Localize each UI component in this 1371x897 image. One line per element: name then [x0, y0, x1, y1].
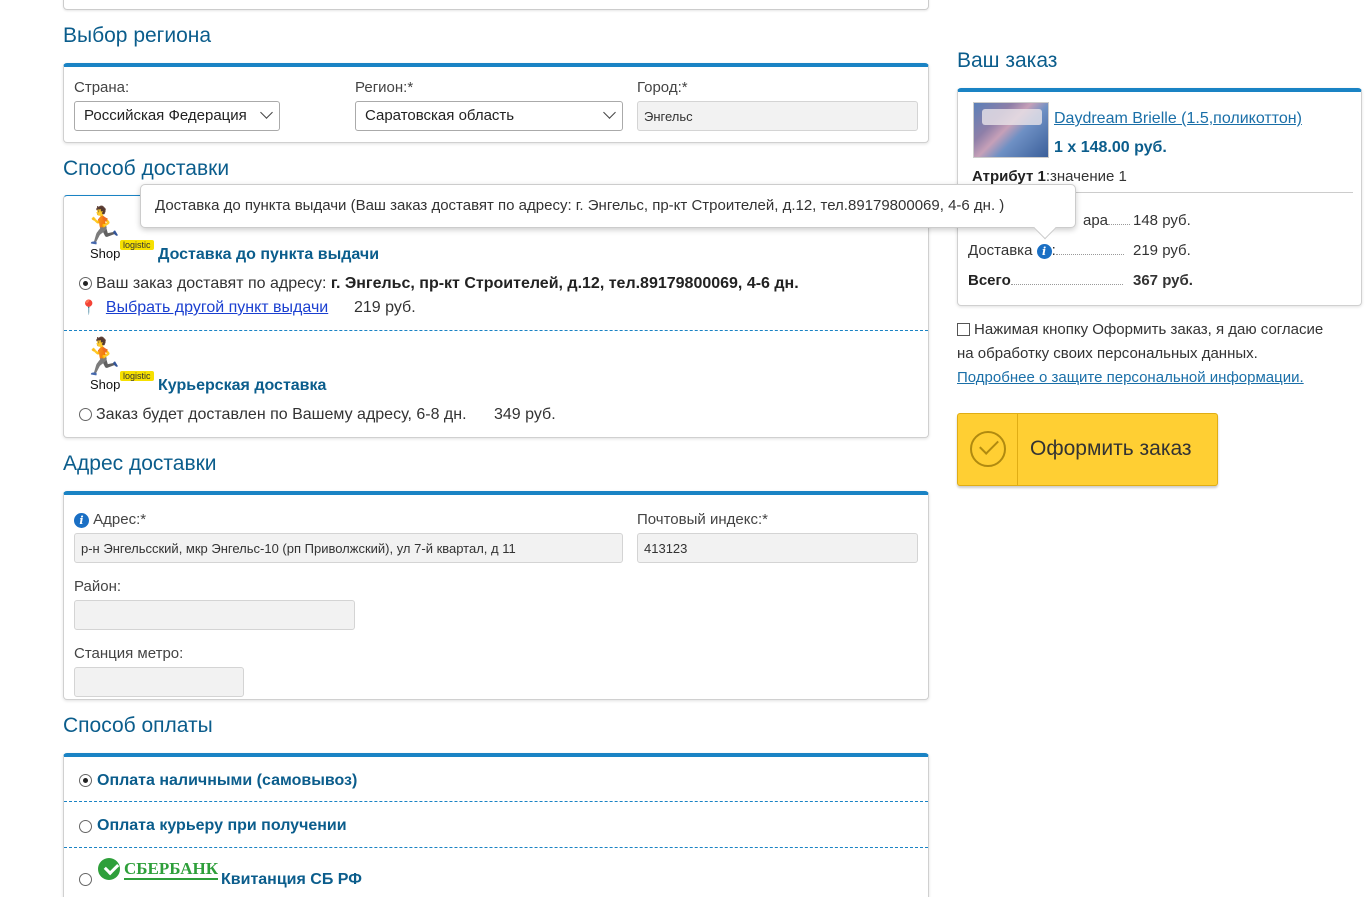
region-card: Страна: Российская Федерация Регион:* Са…	[63, 63, 929, 143]
consent-text-2: на обработку своих персональных данных.	[957, 345, 1258, 362]
goods-cost-value: 148 руб.	[1133, 212, 1191, 229]
order-section-title: Ваш заказ	[957, 49, 1058, 72]
privacy-link[interactable]: Подробнее о защите персональной информац…	[957, 369, 1304, 386]
delivery-radio-pickup[interactable]	[79, 277, 92, 290]
city-label: Город:*	[637, 79, 688, 96]
metro-label: Станция метро:	[74, 645, 184, 662]
address-section-title: Адрес доставки	[63, 452, 217, 475]
runner-icon: 🏃	[80, 205, 125, 246]
goods-cost-label: ара	[1083, 212, 1131, 229]
product-name-link[interactable]: Daydream Brielle (1.5,поликоттон)	[1054, 110, 1302, 128]
payment-section-title: Способ оплаты	[63, 714, 213, 737]
payment-option-sber[interactable]: Квитанция СБ РФ	[221, 871, 362, 889]
info-icon[interactable]: i	[1036, 244, 1052, 259]
change-pickup-link[interactable]: Выбрать другой пункт выдачи	[106, 299, 328, 316]
total-value: 367 руб.	[1133, 272, 1193, 289]
delivery-radio-courier[interactable]	[79, 408, 92, 421]
address-input[interactable]: р-н Энгельсский, мкр Энгельс-10 (рп Прив…	[74, 533, 623, 563]
sberbank-check-icon	[98, 858, 120, 880]
info-icon[interactable]: i	[74, 513, 89, 528]
delivery-option-pickup[interactable]: Доставка до пункта выдачи	[158, 246, 379, 264]
zip-input[interactable]: 413123	[637, 533, 918, 563]
payment-option-courier[interactable]: Оплата курьеру при получении	[97, 817, 347, 835]
address-card: i Адрес:* р-н Энгельсский, мкр Энгельс-1…	[63, 491, 929, 700]
address-label: i Адрес:*	[74, 511, 146, 528]
region-label: Регион:*	[355, 79, 414, 96]
region-value: Саратовская область	[365, 107, 515, 124]
consent-text-1: Нажимая кнопку Оформить заказ, я даю сог…	[974, 321, 1324, 338]
payment-option-cash[interactable]: Оплата наличными (самовывоз)	[97, 772, 357, 790]
submit-order-label: Оформить заказ	[1030, 437, 1192, 460]
region-section-title: Выбор региона	[63, 24, 212, 47]
product-thumbnail[interactable]	[973, 102, 1049, 158]
metro-input[interactable]	[74, 667, 244, 697]
sberbank-logo: СБЕРБАНК	[96, 858, 219, 882]
district-input[interactable]	[74, 600, 355, 630]
courier-price: 349 руб.	[494, 406, 556, 423]
consent-checkbox[interactable]	[957, 323, 970, 336]
submit-order-button[interactable]: Оформить заказ	[957, 413, 1218, 486]
country-select[interactable]: Российская Федерация	[74, 101, 280, 131]
zip-label: Почтовый индекс:*	[637, 511, 768, 528]
product-qty-price: 1 x 148.00 руб.	[1054, 139, 1167, 156]
payment-radio-sber[interactable]	[79, 873, 92, 886]
checkmark-circle-icon	[958, 414, 1018, 485]
payment-radio-cash[interactable]	[79, 774, 92, 787]
city-input[interactable]: Энгельс	[637, 101, 918, 131]
change-pickup-point[interactable]: 📍 Выбрать другой пункт выдачи	[80, 299, 328, 317]
product-attribute: Атрибут 1:значение 1	[972, 168, 1127, 185]
runner-icon: 🏃	[80, 336, 125, 377]
country-label: Страна:	[74, 79, 130, 96]
pickup-description: Ваш заказ доставят по адресу: г. Энгельс…	[96, 275, 799, 292]
delivery-option-courier[interactable]: Курьерская доставка	[158, 377, 326, 395]
payment-divider	[64, 847, 928, 848]
chevron-down-icon	[260, 106, 273, 119]
country-value: Российская Федерация	[84, 107, 247, 124]
delivery-card: 🏃 Shop logistic Доставка до пункта выдач…	[63, 195, 929, 438]
delivery-cost-value: 219 руб.	[1133, 242, 1191, 259]
payment-divider	[64, 801, 928, 802]
district-label: Район:	[74, 578, 122, 595]
pickup-price: 219 руб.	[354, 299, 416, 316]
total-label: Всего	[968, 272, 1123, 289]
chevron-down-icon	[603, 106, 616, 119]
previous-section-card	[63, 0, 929, 10]
delivery-section-title: Способ доставки	[63, 157, 230, 180]
delivery-divider	[64, 330, 928, 331]
shop-logistic-logo: 🏃 Shop logistic	[78, 337, 156, 393]
delivery-cost-label: Доставка i:	[968, 242, 1124, 259]
payment-radio-courier[interactable]	[79, 820, 92, 833]
courier-description: Заказ будет доставлен по Вашему адресу, …	[96, 406, 467, 423]
region-select[interactable]: Саратовская область	[355, 101, 623, 131]
delivery-tooltip: Доставка до пункта выдачи (Ваш заказ дос…	[140, 184, 1076, 240]
map-pin-icon: 📍	[80, 299, 98, 315]
